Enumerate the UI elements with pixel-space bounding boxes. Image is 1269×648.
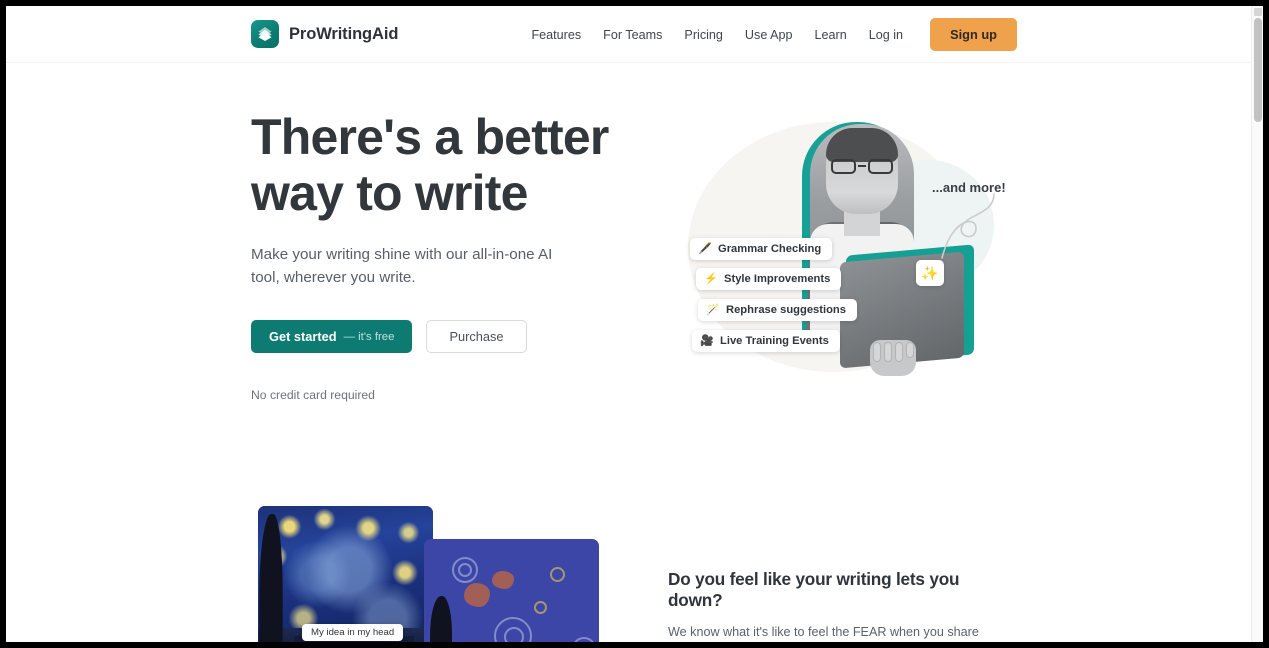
nav-log-in[interactable]: Log in xyxy=(858,20,914,50)
nav-pricing[interactable]: Pricing xyxy=(673,20,734,50)
eyeglasses-icon xyxy=(829,159,895,174)
hero-actions: Get started — it's free Purchase xyxy=(251,320,651,353)
no-credit-card-note: No credit card required xyxy=(251,388,375,402)
feature-chip-rephrase-suggestions: 🪄 Rephrase suggestions xyxy=(698,299,857,321)
plain-version-image xyxy=(424,539,599,642)
nav-learn[interactable]: Learn xyxy=(804,20,858,50)
feature-chip-style-improvements: ⚡ Style Improvements xyxy=(696,268,842,290)
feature-chip-label: Rephrase suggestions xyxy=(726,304,846,316)
doodle-blob-orange xyxy=(464,583,490,607)
doodle-spiral-corner xyxy=(572,637,596,642)
doodle-blob-orange-small xyxy=(492,571,514,589)
hero-title-line-2: way to write xyxy=(251,165,528,221)
feature-chip-label: Grammar Checking xyxy=(718,243,822,255)
curved-arrow-icon xyxy=(941,193,995,259)
lower-section-paragraph: We know what it's like to feel the FEAR … xyxy=(668,625,979,639)
hero-illustration: ...and more! ✨ 🖋️ Grammar Checking ⚡ Sty… xyxy=(674,102,1019,402)
hero-title-line-1: There's a better xyxy=(251,109,609,165)
get-started-button[interactable]: Get started — it's free xyxy=(251,320,413,353)
brand-name: ProWritingAid xyxy=(289,24,399,43)
page-title: There's a better way to write xyxy=(251,109,651,221)
video-camera-icon: 🎥 xyxy=(700,334,714,347)
nav-for-teams[interactable]: For Teams xyxy=(592,20,673,50)
doodle-spiral-large-inner xyxy=(504,627,524,642)
lower-section-title: Do you feel like your writing lets you d… xyxy=(668,569,960,610)
lightning-bolt-icon: ⚡ xyxy=(704,272,718,285)
vertical-scrollbar[interactable] xyxy=(1251,6,1263,642)
nav-use-app[interactable]: Use App xyxy=(734,20,804,50)
feature-chip-live-training-events: 🎥 Live Training Events xyxy=(692,330,840,352)
feature-chip-grammar-checking: 🖋️ Grammar Checking xyxy=(690,238,833,260)
doodle-blob-yellow-2 xyxy=(534,601,547,614)
sign-up-button[interactable]: Sign up xyxy=(930,18,1017,51)
get-started-note: — it's free xyxy=(343,330,395,343)
scrollbar-thumb[interactable] xyxy=(1254,18,1262,122)
person-hair xyxy=(826,128,898,162)
nav-features[interactable]: Features xyxy=(520,20,592,50)
starry-night-sky xyxy=(258,506,433,642)
feature-chip-label: Live Training Events xyxy=(720,335,829,347)
idea-caption-label: My idea in my head xyxy=(302,624,404,641)
sparkles-icon: ✨ xyxy=(916,260,944,286)
book-logo-icon xyxy=(251,20,279,48)
magic-wand-icon: 🪄 xyxy=(706,303,720,316)
scrollbar-up-button[interactable] xyxy=(1254,8,1262,16)
feature-chip-label: Style Improvements xyxy=(724,273,831,285)
browser-viewport: ProWritingAid Features For Teams Pricing… xyxy=(6,6,1263,642)
hero-subtitle: Make your writing shine with our all-in-… xyxy=(251,246,553,286)
lower-section-copy: Do you feel like your writing lets you d… xyxy=(668,569,1016,642)
plain-cypress xyxy=(430,596,452,642)
site-header: ProWritingAid Features For Teams Pricing… xyxy=(6,6,1251,63)
purchase-button[interactable]: Purchase xyxy=(426,320,527,353)
starry-night-cypress xyxy=(259,514,283,642)
get-started-label: Get started xyxy=(269,329,337,344)
page-content: ProWritingAid Features For Teams Pricing… xyxy=(6,6,1251,642)
brand-logo[interactable]: ProWritingAid xyxy=(251,20,398,48)
doodle-blob-yellow xyxy=(550,567,565,582)
quill-pen-icon: 🖋️ xyxy=(698,242,712,255)
person-hand xyxy=(870,340,916,376)
main-navigation: Features For Teams Pricing Use App Learn… xyxy=(520,18,1017,51)
hero-copy: There's a better way to write Make your … xyxy=(251,109,651,402)
doodle-spiral-inner xyxy=(458,563,472,577)
starry-night-image: My idea in my head xyxy=(258,506,433,642)
